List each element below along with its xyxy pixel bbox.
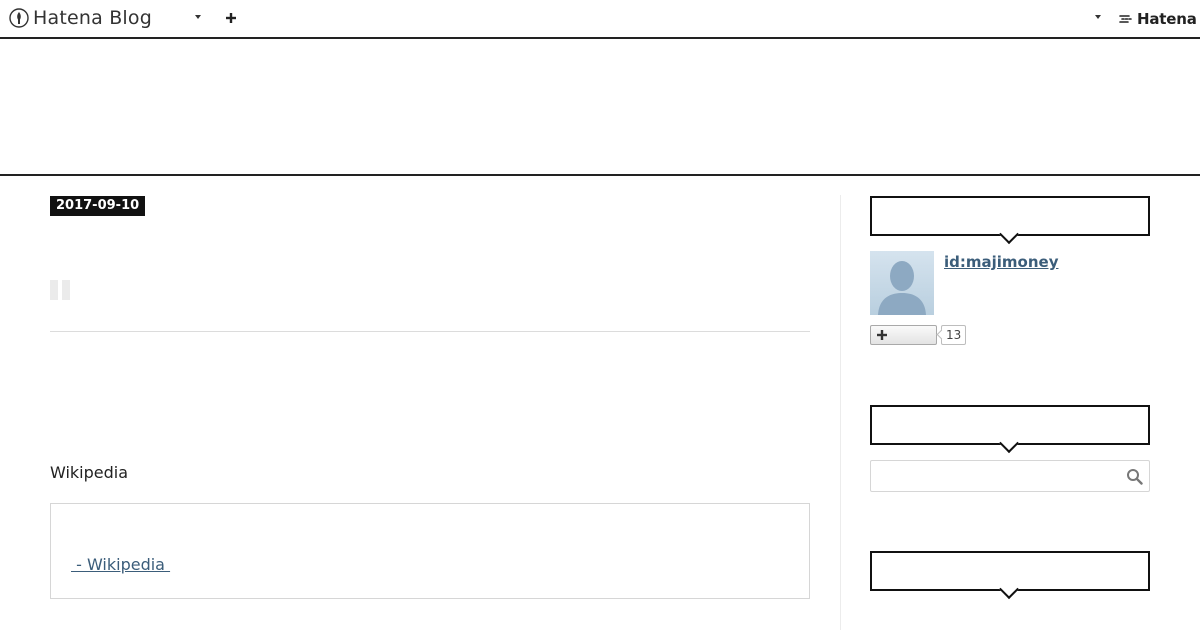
plus-icon bbox=[877, 330, 887, 340]
hatena-logo-icon bbox=[1119, 15, 1132, 23]
entry-divider bbox=[50, 331, 810, 332]
sidebar-module-header-profile bbox=[870, 196, 1150, 236]
search-input[interactable] bbox=[871, 461, 1111, 491]
search-icon[interactable] bbox=[1126, 468, 1143, 485]
follower-count: 13 bbox=[941, 325, 967, 345]
wikipedia-link[interactable]: - Wikipedia bbox=[71, 555, 170, 575]
search-box bbox=[870, 460, 1150, 492]
title-block bbox=[50, 280, 58, 300]
profile-user-id[interactable]: id:majimoney bbox=[944, 252, 1058, 272]
sidebar-module-header-3 bbox=[870, 551, 1150, 591]
user-silhouette-icon bbox=[878, 261, 926, 315]
blog-header bbox=[0, 39, 1200, 176]
hatena-blog-logo[interactable]: Hatena Blog bbox=[9, 7, 152, 29]
hatena-brand-link[interactable]: Hatena bbox=[1118, 10, 1197, 28]
brand-name: Hatena Blog bbox=[33, 7, 152, 29]
embed-card: - Wikipedia bbox=[50, 503, 810, 599]
title-block bbox=[62, 280, 70, 300]
global-header: Hatena Blog Hatena bbox=[0, 0, 1200, 39]
chevron-down-icon[interactable] bbox=[195, 15, 201, 19]
chevron-down-icon[interactable] bbox=[1095, 15, 1101, 19]
hatena-blog-logo-icon bbox=[9, 8, 29, 28]
follow-button[interactable] bbox=[870, 325, 937, 345]
entry-title-placeholder bbox=[50, 280, 70, 300]
plus-icon[interactable] bbox=[224, 10, 238, 26]
hatena-brand-text: Hatena bbox=[1137, 10, 1197, 28]
section-heading: Wikipedia bbox=[50, 463, 129, 482]
column-divider bbox=[840, 195, 841, 630]
avatar[interactable] bbox=[870, 251, 934, 315]
entry-date[interactable]: 2017-09-10 bbox=[50, 196, 146, 216]
sidebar-module-header-search bbox=[870, 405, 1150, 445]
